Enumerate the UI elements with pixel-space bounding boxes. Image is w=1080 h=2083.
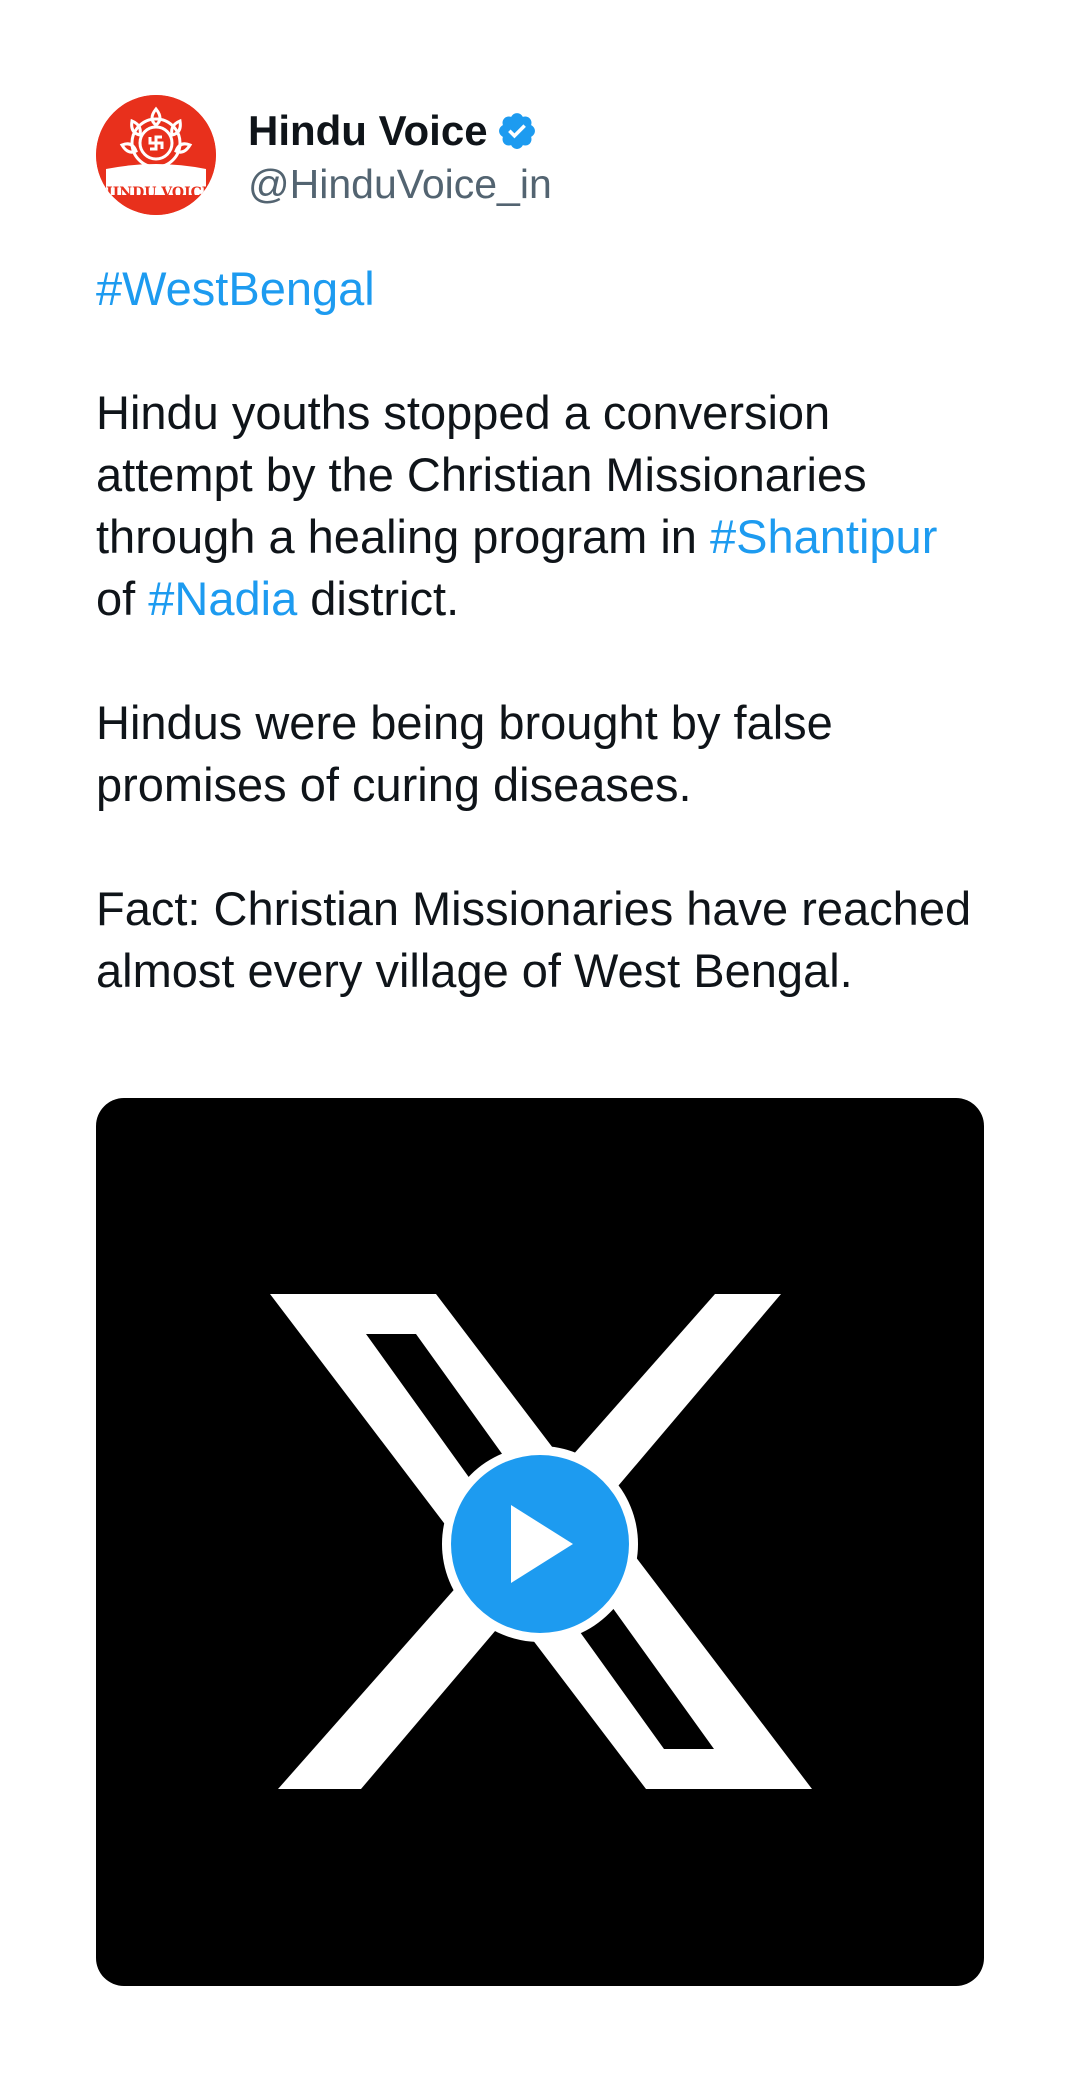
author-names: Hindu Voice @HinduVoice_in [248, 103, 552, 208]
tweet-paragraph-2: Hindu youths stopped a conversion attemp… [96, 382, 984, 630]
paragraph-2-text-b: of [96, 572, 149, 625]
tweet-card: HINDU VOICE Hindu Voice @HinduVoice_in #… [96, 94, 984, 1002]
play-button[interactable] [442, 1446, 638, 1642]
hashtag-westbengal-link[interactable]: #WestBengal [96, 262, 375, 315]
verified-badge-icon [496, 110, 538, 152]
tweet-paragraph-4: Fact: Christian Missionaries have reache… [96, 882, 972, 997]
display-name[interactable]: Hindu Voice [248, 107, 488, 155]
paragraph-2-text-c: district. [297, 572, 460, 625]
hashtag-shantipur-link[interactable]: #Shantipur [710, 510, 937, 563]
display-name-row: Hindu Voice [248, 103, 552, 159]
hashtag-nadia-link[interactable]: #Nadia [148, 572, 297, 625]
author-handle[interactable]: @HinduVoice_in [248, 161, 552, 208]
avatar-text: HINDU VOICE [99, 185, 213, 201]
avatar[interactable]: HINDU VOICE [96, 95, 216, 215]
video-media[interactable] [96, 1098, 984, 1986]
tweet-paragraph-3: Hindus were being brought by false promi… [96, 696, 833, 811]
tweet-paragraph-1: #WestBengal [96, 258, 984, 320]
tweet-text: #WestBengal Hindu youths stopped a conve… [96, 258, 984, 1002]
play-icon [511, 1505, 573, 1583]
tweet-header: HINDU VOICE Hindu Voice @HinduVoice_in [96, 94, 984, 216]
play-button-circle [451, 1455, 629, 1633]
